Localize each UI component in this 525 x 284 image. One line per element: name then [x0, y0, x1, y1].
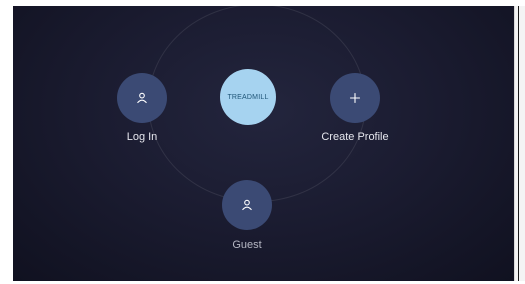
edge-divider	[518, 6, 519, 281]
guest-button[interactable]	[222, 180, 272, 230]
window-edge	[514, 6, 525, 281]
create-profile-label: Create Profile	[321, 131, 389, 143]
guest-label: Guest	[232, 239, 262, 251]
window-frame: TREADMILL Log In Create Profile Guest	[0, 0, 525, 284]
user-icon	[135, 91, 149, 105]
login-label: Log In	[126, 131, 158, 143]
plus-icon	[348, 91, 362, 105]
treadmill-button[interactable]: TREADMILL	[220, 69, 276, 125]
login-button[interactable]	[117, 73, 167, 123]
user-icon	[240, 198, 254, 212]
profile-select-screen: TREADMILL Log In Create Profile Guest	[13, 6, 514, 281]
create-profile-button[interactable]	[330, 73, 380, 123]
treadmill-label: TREADMILL	[227, 93, 269, 101]
